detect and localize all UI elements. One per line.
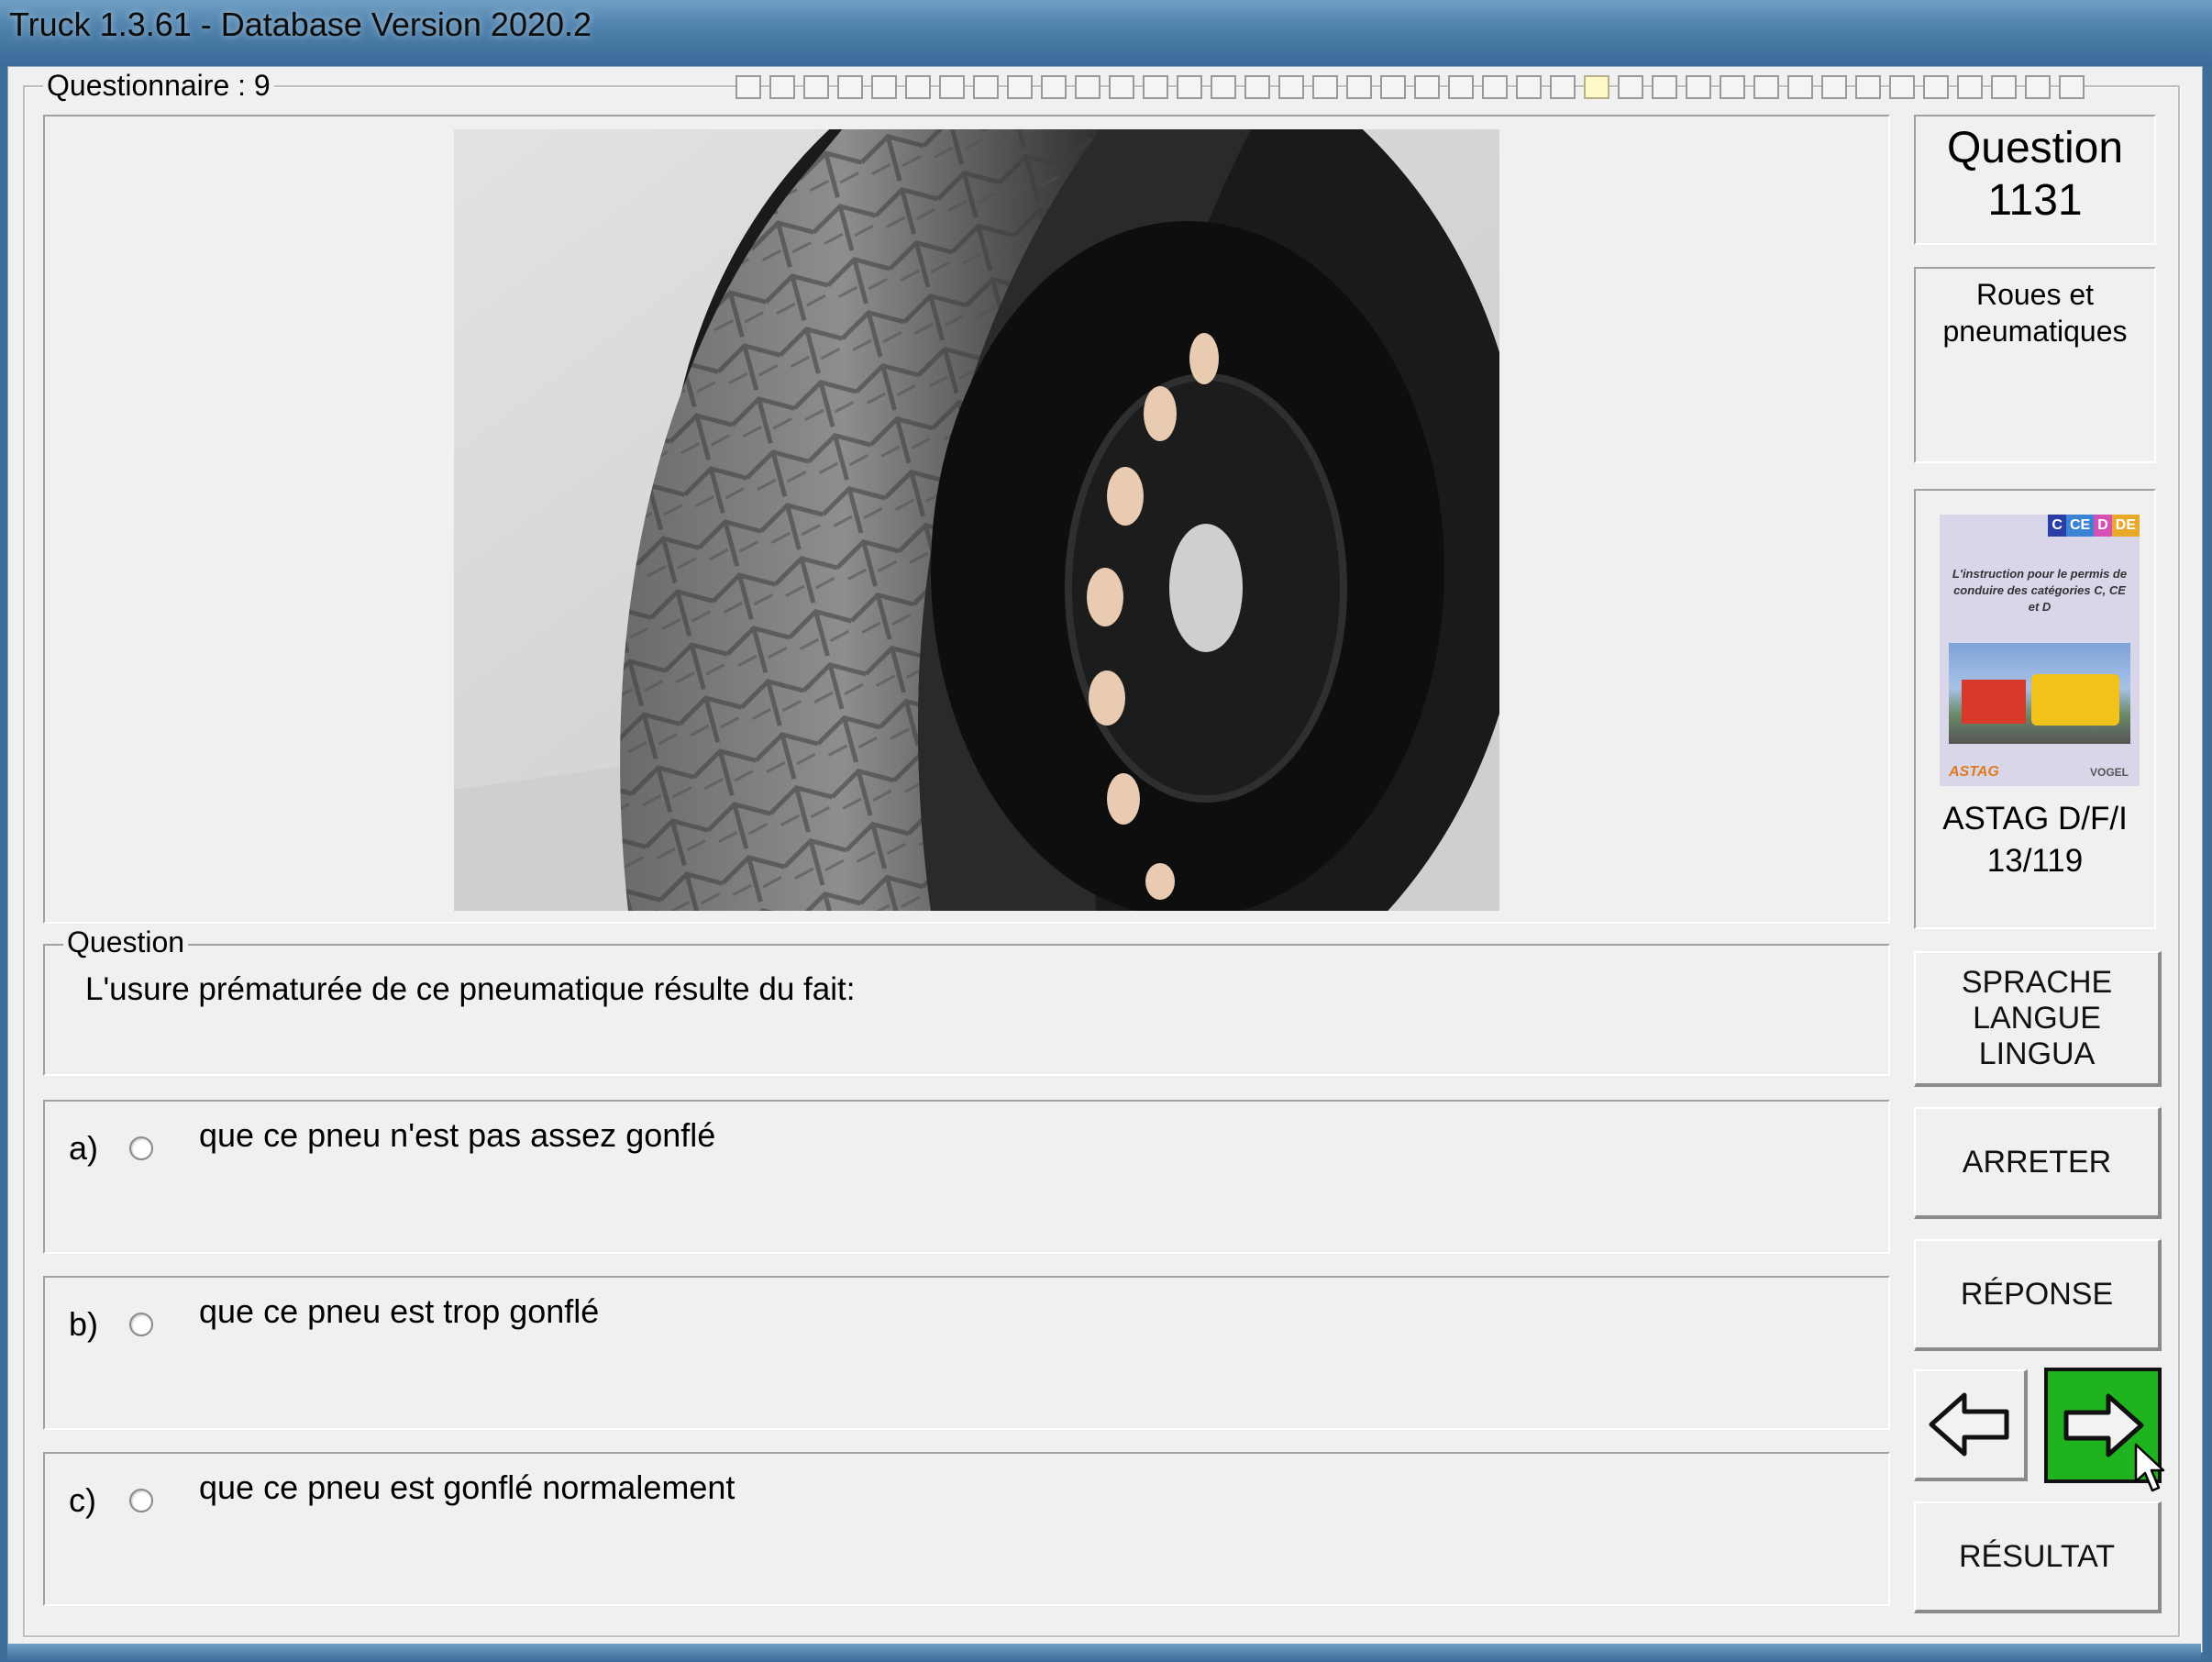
- progress-segment: [1991, 75, 2017, 99]
- book-publisher-left: ASTAG: [1949, 764, 1999, 780]
- next-button[interactable]: [2044, 1368, 2165, 1492]
- progress-segment: [1482, 75, 1508, 99]
- progress-segment: [973, 75, 999, 99]
- language-button[interactable]: SPRACHE LANGUE LINGUA: [1914, 951, 2162, 1087]
- window-titlebar[interactable]: Truck 1.3.61 - Database Version 2020.2: [0, 0, 2212, 66]
- window-title: Truck 1.3.61 - Database Version 2020.2: [9, 6, 592, 43]
- book-badges: C CE D DE: [2048, 515, 2140, 537]
- progress-segment: [905, 75, 931, 99]
- progress-segment: [1244, 75, 1270, 99]
- progress-segment: [1618, 75, 1643, 99]
- progress-segment: [1448, 75, 1474, 99]
- questionnaire-progress: [735, 75, 2085, 101]
- answer-text-b[interactable]: que ce pneu est trop gonflé: [199, 1292, 599, 1331]
- progress-segment: [1278, 75, 1304, 99]
- progress-segment: [1211, 75, 1236, 99]
- badge-d: D: [2094, 515, 2112, 537]
- tire-photo: [454, 129, 1499, 911]
- question-text-panel: [43, 944, 1890, 1076]
- answer-row-c[interactable]: c) que ce pneu est gonflé normalement: [43, 1452, 1890, 1606]
- progress-segment: [769, 75, 795, 99]
- progress-segment: [1652, 75, 1677, 99]
- answer-text-a[interactable]: que ce pneu n'est pas assez gonflé: [199, 1116, 715, 1155]
- badge-ce: CE: [2065, 515, 2095, 537]
- progress-segment: [2059, 75, 2085, 99]
- answer-radio-c[interactable]: [129, 1489, 153, 1512]
- progress-segment: [1686, 75, 1711, 99]
- book-cover-text: L'instruction pour le permis de conduire…: [1952, 567, 2128, 614]
- category-box: Roues et pneumatiques: [1914, 267, 2156, 463]
- progress-segment: [1720, 75, 1745, 99]
- answer-button[interactable]: RÉPONSE: [1914, 1239, 2162, 1351]
- stop-button[interactable]: ARRETER: [1914, 1107, 2162, 1219]
- book-cover-photo: [1949, 643, 2130, 744]
- progress-segment: [1855, 75, 1881, 99]
- questionnaire-legend: Questionnaire : 9: [43, 69, 274, 102]
- progress-segment: [1075, 75, 1100, 99]
- progress-segment: [1584, 75, 1609, 99]
- arrow-right-icon: [2063, 1393, 2144, 1457]
- answer-letter-c: c): [69, 1481, 96, 1519]
- progress-segment: [1889, 75, 1915, 99]
- tire-photo-illustration: [454, 129, 1499, 911]
- progress-segment: [735, 75, 761, 99]
- previous-button[interactable]: [1914, 1369, 2028, 1481]
- progress-segment: [871, 75, 897, 99]
- answer-text-c[interactable]: que ce pneu est gonflé normalement: [199, 1468, 735, 1507]
- answer-letter-b: b): [69, 1305, 99, 1343]
- app-window: Questionnaire : 9 Question L'usure préma…: [7, 66, 2203, 1653]
- progress-segment: [1414, 75, 1440, 99]
- image-panel: [43, 115, 1890, 924]
- progress-segment: [1550, 75, 1576, 99]
- progress-segment: [1380, 75, 1406, 99]
- answer-row-a[interactable]: a) que ce pneu n'est pas assez gonflé: [43, 1100, 1890, 1254]
- book-reference: 13/119: [1986, 843, 2084, 879]
- progress-segment: [1957, 75, 1983, 99]
- badge-c: C: [2048, 515, 2066, 537]
- progress-segment: [1516, 75, 1542, 99]
- category-label: Roues et pneumatiques: [1942, 278, 2128, 348]
- progress-segment: [837, 75, 863, 99]
- progress-segment: [1312, 75, 1338, 99]
- book-source: ASTAG D/F/I: [1942, 801, 2128, 837]
- progress-segment: [1787, 75, 1813, 99]
- result-button[interactable]: RÉSULTAT: [1914, 1501, 2162, 1613]
- progress-segment: [803, 75, 829, 99]
- answer-radio-b[interactable]: [129, 1313, 153, 1336]
- progress-segment: [1109, 75, 1134, 99]
- question-text: L'usure prématurée de ce pneumatique rés…: [85, 971, 856, 1007]
- answer-letter-a: a): [69, 1129, 99, 1167]
- mouse-cursor-icon: [2134, 1443, 2165, 1492]
- progress-segment: [1346, 75, 1372, 99]
- progress-segment: [1177, 75, 1202, 99]
- answer-row-b[interactable]: b) que ce pneu est trop gonflé: [43, 1276, 1890, 1430]
- book-box: C CE D DE L'instruction pour le permis d…: [1914, 489, 2156, 929]
- progress-segment: [1821, 75, 1847, 99]
- book-cover: C CE D DE L'instruction pour le permis d…: [1940, 515, 2140, 786]
- progress-segment: [1041, 75, 1067, 99]
- answer-radio-a[interactable]: [129, 1136, 153, 1160]
- progress-segment: [1923, 75, 1949, 99]
- question-heading: Question: [1946, 124, 2124, 172]
- progress-segment: [939, 75, 965, 99]
- window-bottom-border: [7, 1644, 2201, 1662]
- question-number-box: Question 1131: [1914, 115, 2156, 245]
- progress-segment: [1007, 75, 1033, 99]
- question-number: 1131: [1987, 176, 2083, 225]
- badge-de: DE: [2111, 515, 2140, 537]
- progress-segment: [2025, 75, 2051, 99]
- progress-segment: [1753, 75, 1779, 99]
- progress-segment: [1143, 75, 1168, 99]
- question-legend: Question: [63, 925, 189, 958]
- book-publisher-right: VOGEL: [2089, 766, 2129, 779]
- arrow-left-icon: [1929, 1392, 2009, 1457]
